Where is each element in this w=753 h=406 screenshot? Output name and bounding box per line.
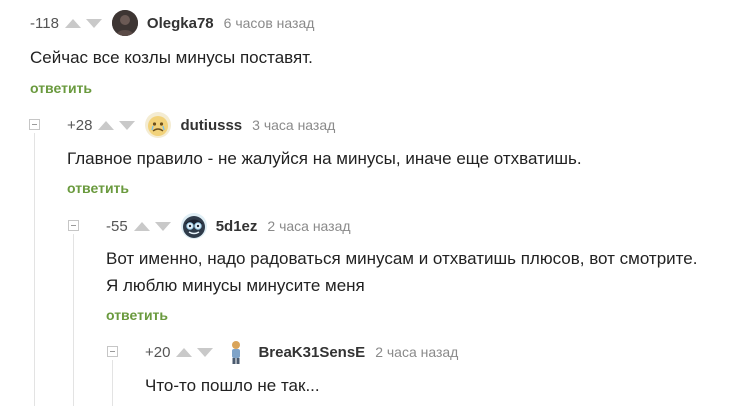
- rating-value: +28: [67, 116, 93, 134]
- reply-link[interactable]: ответить: [106, 307, 168, 323]
- comment-time: 6 часов назад: [223, 15, 315, 31]
- comment-time: 3 часа назад: [252, 117, 336, 133]
- collapse-toggle[interactable]: [107, 346, 118, 357]
- thread-line: [34, 133, 35, 406]
- author-name[interactable]: Olegka78: [147, 15, 214, 32]
- author-name[interactable]: 5d1ez: [216, 218, 258, 235]
- vote-up-icon[interactable]: [133, 221, 150, 231]
- comment-text: Главное правило - не жалуйся на минусы, …: [67, 149, 582, 168]
- author-name[interactable]: dutiusss: [180, 117, 242, 134]
- thread-line: [112, 360, 113, 406]
- vote-down-icon[interactable]: [119, 120, 136, 130]
- dark-user-photo-icon: [111, 10, 138, 36]
- vote-up-icon[interactable]: [64, 18, 81, 28]
- rating-value: -118: [30, 14, 59, 32]
- avatar[interactable]: [223, 339, 250, 365]
- vote-down-icon[interactable]: [197, 347, 214, 357]
- avatar[interactable]: [145, 112, 172, 138]
- standing-figure-icon: [232, 341, 241, 364]
- author-name[interactable]: BreaK31SensE: [258, 344, 365, 361]
- comment-header: -118 Olegka78 6 часов назад: [30, 10, 315, 36]
- reply-link[interactable]: ответить: [30, 80, 92, 96]
- comment-header: -55 5d1ez 2 часа назад: [106, 213, 351, 239]
- avatar[interactable]: [111, 10, 138, 36]
- comment-header: +20 BreaK31SensE 2 часа назад: [145, 339, 459, 365]
- thread-line: [73, 234, 74, 406]
- rating-value: +20: [145, 343, 171, 361]
- collapse-toggle[interactable]: [68, 220, 79, 231]
- vote-down-icon[interactable]: [154, 221, 171, 231]
- collapse-toggle[interactable]: [29, 119, 40, 130]
- comment-text-line-1: Вот именно, надо радоваться минусам и от…: [106, 249, 698, 268]
- vote-up-icon[interactable]: [98, 120, 115, 130]
- minus-icon: [32, 124, 37, 125]
- minus-icon: [110, 351, 115, 352]
- cartoon-face-with-glasses-icon: [182, 216, 205, 238]
- reply-link[interactable]: ответить: [67, 180, 129, 196]
- minus-icon: [71, 225, 76, 226]
- vote-down-icon[interactable]: [85, 18, 102, 28]
- crying-cartoon-face-icon: [148, 116, 169, 136]
- vote-up-icon[interactable]: [176, 347, 193, 357]
- comment-text-line-2: Я люблю минусы минусите меня: [106, 276, 365, 295]
- comment-text: Что-то пошло не так...: [145, 376, 320, 395]
- avatar[interactable]: [180, 213, 207, 239]
- comment-text: Сейчас все козлы минусы поставят.: [30, 48, 313, 67]
- comment-header: +28 dutiusss 3 часа назад: [67, 112, 336, 138]
- rating-value: -55: [106, 217, 128, 235]
- comment-thread: -118 Olegka78 6 часов назад Сейчас все к…: [0, 0, 753, 406]
- comment-time: 2 часа назад: [267, 218, 351, 234]
- comment-time: 2 часа назад: [375, 344, 459, 360]
